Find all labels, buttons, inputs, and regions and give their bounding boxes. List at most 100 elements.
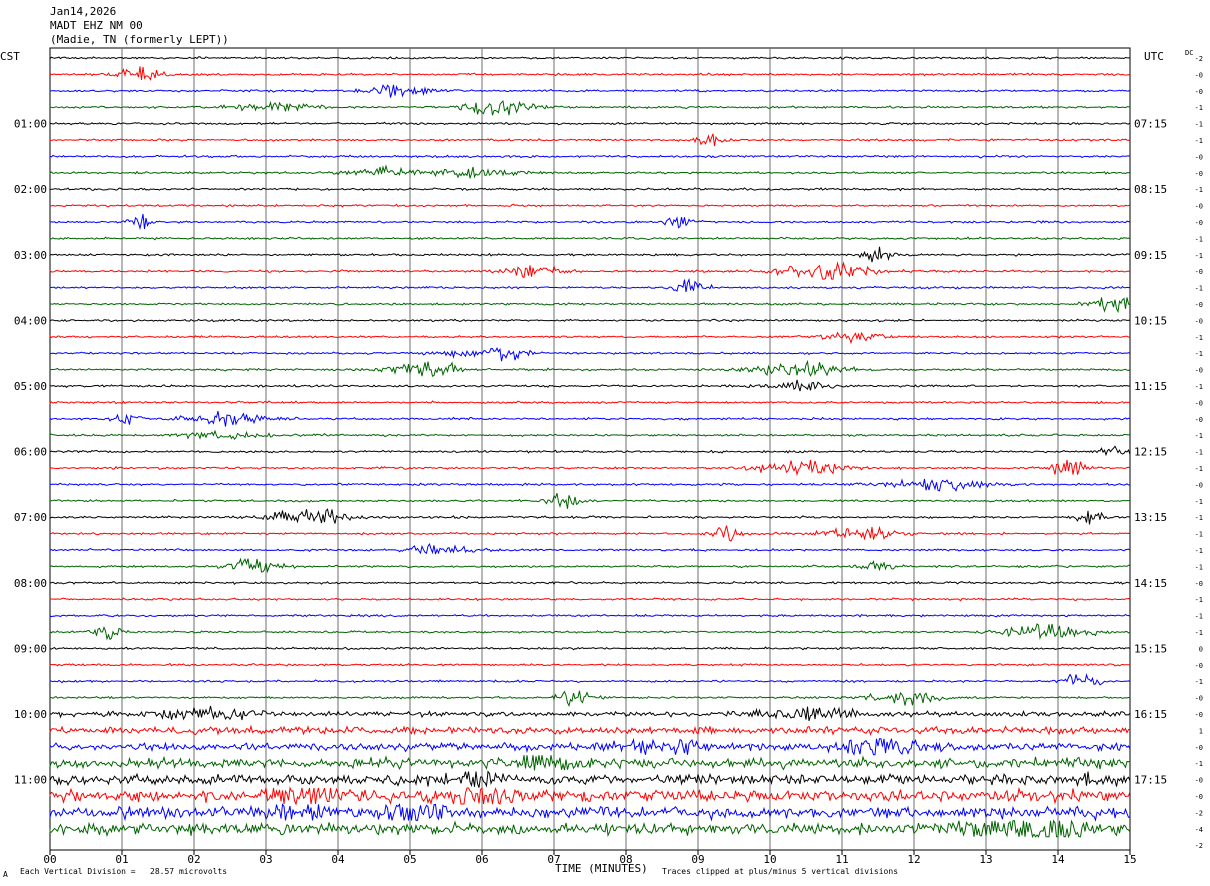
dc-offset-label: -0 — [1195, 203, 1203, 211]
dc-offset-label: -1 — [1195, 285, 1203, 293]
x-tick-label: 05 — [403, 853, 416, 866]
right-hour-label: 11:15 — [1134, 380, 1167, 393]
right-timezone: UTC — [1144, 50, 1164, 63]
seismic-trace — [49, 786, 1131, 806]
seismic-trace — [49, 673, 1131, 686]
seismic-trace — [49, 459, 1131, 477]
seismic-trace — [50, 297, 1131, 314]
dc-label: DC — [1185, 49, 1194, 57]
seismic-trace — [49, 623, 1131, 641]
dc-offset-label: -0 — [1195, 711, 1203, 719]
dc-offset-label: -0 — [1195, 399, 1203, 407]
seismic-trace — [49, 478, 1131, 492]
seismic-trace — [49, 203, 1131, 208]
dc-offset-label: -2 — [1195, 55, 1203, 63]
x-tick-label: 15 — [1123, 853, 1136, 866]
dc-offset-label: -0 — [1195, 416, 1203, 424]
seismic-trace — [49, 525, 1131, 542]
footer-mark: A — [3, 870, 8, 879]
dc-offset-label: -0 — [1195, 367, 1203, 375]
dc-offset-label: 0 — [1199, 645, 1203, 653]
dc-offset-label: -1 — [1195, 252, 1203, 260]
seismic-trace — [49, 100, 1131, 116]
right-hour-label: 13:15 — [1134, 511, 1167, 524]
dc-offset-label: -1 — [1195, 531, 1203, 539]
dc-offset-label: -0 — [1195, 170, 1203, 178]
right-hour-label: 16:15 — [1134, 708, 1167, 721]
x-tick-label: 06 — [475, 853, 488, 866]
dc-offset-label: -1 — [1195, 137, 1203, 145]
dc-offset-label: -1 — [1195, 432, 1203, 440]
left-timezone: CST — [0, 50, 20, 63]
dc-offset-label: -1 — [1195, 350, 1203, 358]
left-hour-label: 10:00 — [14, 708, 47, 721]
seismic-trace — [49, 662, 1131, 667]
dc-offset-label: -0 — [1195, 71, 1203, 79]
seismic-trace — [49, 66, 1131, 81]
right-hour-label: 10:15 — [1134, 314, 1167, 327]
right-hour-label: 14:15 — [1134, 577, 1167, 590]
left-hour-label: 09:00 — [14, 642, 47, 655]
dc-offset-label: -2 — [1195, 809, 1203, 817]
seismic-trace — [49, 331, 1131, 345]
seismic-trace — [49, 347, 1131, 362]
dc-offset-label: -1 — [1195, 547, 1203, 555]
dc-offset-label: -0 — [1195, 662, 1203, 670]
x-tick-label: 14 — [1051, 853, 1065, 866]
dc-offset-label: -0 — [1195, 301, 1203, 309]
dc-offset-label: -1 — [1195, 186, 1203, 194]
dc-offset-label: -0 — [1195, 777, 1203, 785]
dc-offset-label: -0 — [1195, 481, 1203, 489]
left-hour-label: 04:00 — [14, 314, 47, 327]
seismic-trace — [49, 410, 1131, 427]
dc-offset-label: -1 — [1195, 383, 1203, 391]
dc-offset-label: -1 — [1195, 613, 1203, 621]
dc-offset-label: -0 — [1195, 268, 1203, 276]
dc-offset-label: -1 — [1195, 760, 1203, 768]
dc-offset-label: -0 — [1195, 88, 1203, 96]
seismic-trace — [49, 429, 1131, 441]
left-hour-label: 06:00 — [14, 446, 47, 459]
seismic-trace — [49, 213, 1131, 231]
seismic-trace — [49, 646, 1131, 651]
right-hour-label: 12:15 — [1134, 446, 1167, 459]
x-tick-label: 00 — [43, 853, 56, 866]
seismic-trace — [49, 246, 1131, 263]
seismic-trace — [49, 154, 1131, 159]
seismic-trace — [49, 187, 1131, 192]
dc-offset-label: -1 — [1195, 678, 1203, 686]
station-id: MADT EHZ NM 00 — [50, 19, 143, 32]
x-tick-label: 02 — [187, 853, 200, 866]
x-tick-label: 13 — [979, 853, 992, 866]
x-tick-label: 11 — [835, 853, 848, 866]
x-tick-label: 04 — [331, 853, 345, 866]
x-tick-label: 09 — [691, 853, 704, 866]
dc-offset-label: -0 — [1195, 219, 1203, 227]
seismic-trace — [49, 557, 1131, 574]
seismic-trace — [49, 445, 1131, 457]
dc-offset-label: -1 — [1195, 498, 1203, 506]
seismic-trace — [49, 542, 1131, 555]
x-tick-label: 01 — [115, 853, 128, 866]
seismic-trace — [49, 755, 1131, 771]
seismic-trace — [49, 318, 1131, 323]
dc-offset-label: -0 — [1195, 317, 1203, 325]
dc-offset-label: 1 — [1199, 727, 1203, 735]
dc-offset-label: -1 — [1195, 563, 1203, 571]
seismic-trace — [50, 493, 1131, 509]
right-hour-label: 08:15 — [1134, 183, 1167, 196]
dc-offset-label: -1 — [1195, 596, 1203, 604]
seismic-trace — [49, 613, 1131, 618]
dc-offset-label: -0 — [1195, 153, 1203, 161]
seismic-trace — [49, 84, 1131, 98]
seismic-trace — [49, 705, 1131, 722]
helicorder-plot: 00 01 02 03 04 05 06 07 08 09 10 11 12 13 14 15-2-0-0-1… — [14, 47, 1203, 866]
seismic-trace — [49, 121, 1131, 126]
dc-offset-label: -0 — [1195, 695, 1203, 703]
dc-offset-label: -1 — [1195, 465, 1203, 473]
dc-offset-label: -1 — [1195, 121, 1203, 129]
seismic-trace — [49, 803, 1131, 822]
left-hour-label: 07:00 — [14, 511, 47, 524]
left-hour-label: 05:00 — [14, 380, 47, 393]
right-hour-label: 07:15 — [1134, 118, 1167, 131]
